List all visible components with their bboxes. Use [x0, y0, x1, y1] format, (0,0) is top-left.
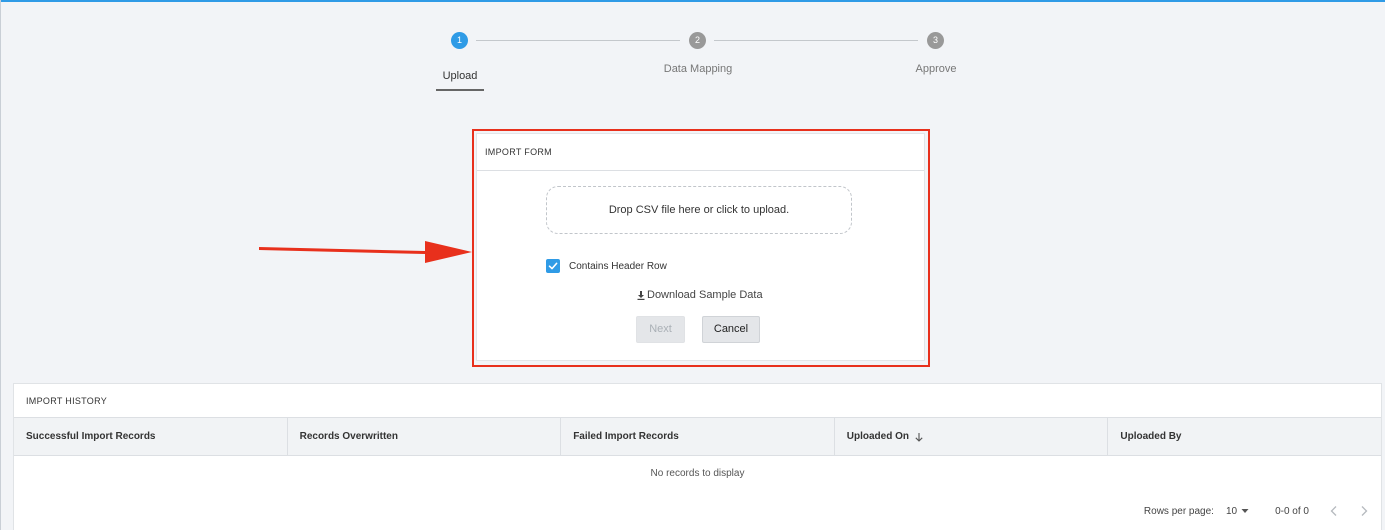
step-1-circle[interactable]: 1 — [451, 32, 468, 49]
caret-down-icon — [1241, 509, 1249, 513]
column-successful-import-records[interactable]: Successful Import Records — [14, 418, 287, 455]
download-sample-link[interactable]: Download Sample Data — [637, 289, 763, 301]
pagination: Rows per page: 10 0-0 of 0 — [1144, 505, 1369, 517]
column-uploaded-on[interactable]: Uploaded On — [833, 418, 1108, 455]
chevron-left-icon[interactable] — [1329, 505, 1339, 517]
header-row-option[interactable]: Contains Header Row — [546, 259, 667, 273]
step-upload-label[interactable]: Upload — [400, 70, 520, 82]
step-approve-label[interactable]: Approve — [876, 63, 996, 75]
step-connector — [476, 40, 680, 41]
import-form-title: IMPORT FORM — [485, 147, 552, 157]
table-header: Successful Import Records Records Overwr… — [14, 417, 1381, 456]
header-row-checkbox[interactable] — [546, 259, 560, 273]
sort-down-icon[interactable] — [914, 432, 924, 442]
column-uploaded-by[interactable]: Uploaded By — [1107, 418, 1381, 455]
divider — [477, 170, 924, 171]
import-history-title: IMPORT HISTORY — [26, 396, 108, 406]
csv-dropzone[interactable]: Drop CSV file here or click to upload. — [546, 186, 852, 234]
download-icon — [637, 290, 645, 300]
column-failed-import-records[interactable]: Failed Import Records — [560, 418, 834, 455]
column-uploaded-on-label: Uploaded On — [846, 431, 910, 442]
header-row-label: Contains Header Row — [569, 260, 667, 272]
chevron-right-icon[interactable] — [1359, 505, 1369, 517]
rows-per-page-select[interactable]: 10 — [1226, 506, 1249, 517]
column-records-overwritten[interactable]: Records Overwritten — [286, 418, 561, 455]
check-icon — [548, 262, 558, 270]
stepper: 1 2 3 Upload Data Mapping Approve — [0, 0, 1385, 100]
download-sample-label: Download Sample Data — [647, 289, 763, 301]
step-data-mapping-label[interactable]: Data Mapping — [638, 63, 758, 75]
next-button[interactable]: Next — [636, 316, 685, 343]
rows-per-page-value: 10 — [1225, 505, 1238, 517]
import-history-panel: IMPORT HISTORY Successful Import Records… — [13, 383, 1382, 530]
step-3-circle[interactable]: 3 — [927, 32, 944, 49]
active-step-indicator — [436, 89, 484, 91]
empty-table-message: No records to display — [650, 468, 745, 479]
cancel-button[interactable]: Cancel — [702, 316, 760, 343]
page-range: 0-0 of 0 — [1275, 505, 1309, 517]
import-form-card: IMPORT FORM Drop CSV file here or click … — [476, 133, 925, 361]
rows-per-page-label: Rows per page: — [1143, 505, 1214, 517]
red-arrow-annotation — [259, 241, 472, 263]
step-connector — [714, 40, 918, 41]
step-2-circle[interactable]: 2 — [689, 32, 706, 49]
